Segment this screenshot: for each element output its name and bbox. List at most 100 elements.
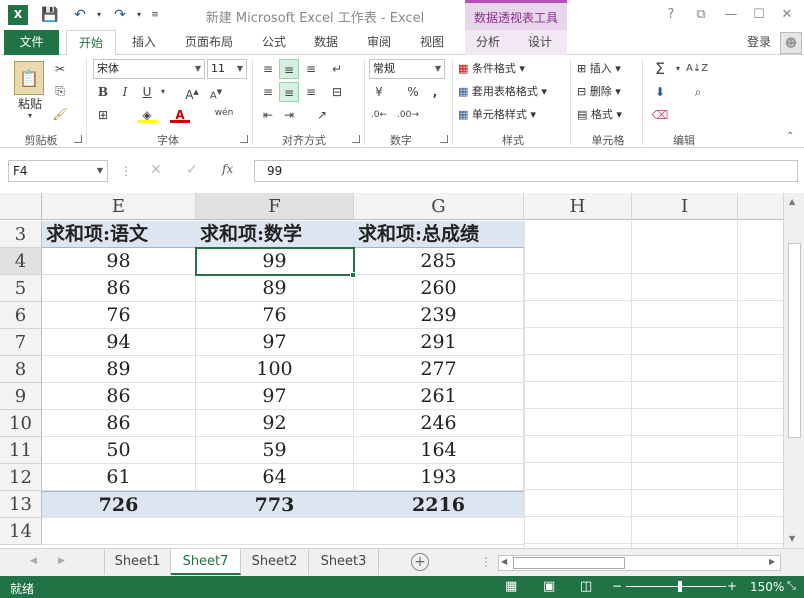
merge-center-icon[interactable]: ⊟ bbox=[327, 82, 347, 102]
paste-dropdown-icon[interactable]: ▾ bbox=[14, 111, 46, 120]
row-header[interactable]: 9 bbox=[0, 383, 42, 410]
table-cell[interactable]: 100 bbox=[196, 356, 354, 383]
bold-icon[interactable]: B bbox=[93, 82, 113, 102]
copy-icon[interactable]: ⎘ bbox=[50, 81, 70, 101]
sheet-tab-sheet3[interactable]: Sheet3 bbox=[309, 549, 379, 575]
font-launcher-icon[interactable] bbox=[240, 135, 248, 143]
table-cell[interactable]: 291 bbox=[354, 329, 524, 356]
pivot-header-cell[interactable]: 求和项:数学 bbox=[196, 221, 354, 248]
name-box[interactable]: F4 ▼ bbox=[8, 160, 108, 182]
row-header[interactable]: 4 bbox=[0, 248, 42, 275]
decrease-font-icon[interactable]: A▼ bbox=[206, 82, 226, 102]
autosum-dropdown-icon[interactable]: ▾ bbox=[668, 59, 688, 79]
horizontal-scroll-thumb[interactable] bbox=[513, 557, 625, 569]
table-cell[interactable]: 59 bbox=[196, 437, 354, 464]
decrease-decimal-icon[interactable]: .00→ bbox=[397, 105, 419, 125]
table-cell[interactable]: 164 bbox=[354, 437, 524, 464]
table-cell[interactable]: 92 bbox=[196, 410, 354, 437]
align-right-icon[interactable]: ≡ bbox=[301, 82, 321, 102]
row-header[interactable]: 6 bbox=[0, 302, 42, 329]
sort-filter-icon[interactable]: A↓Z bbox=[686, 59, 708, 79]
row-header[interactable]: 10 bbox=[0, 410, 42, 437]
vertical-scroll-thumb[interactable] bbox=[788, 243, 801, 438]
scroll-left-icon[interactable]: ◀ bbox=[501, 557, 507, 566]
tab-page-layout[interactable]: 页面布局 bbox=[176, 30, 242, 55]
row-header[interactable]: 8 bbox=[0, 356, 42, 383]
column-header-j[interactable] bbox=[738, 193, 783, 220]
tab-view[interactable]: 视图 bbox=[412, 30, 452, 55]
table-cell[interactable]: 94 bbox=[42, 329, 196, 356]
table-cell[interactable]: 76 bbox=[196, 302, 354, 329]
scroll-up-icon[interactable]: ▲ bbox=[789, 197, 795, 206]
increase-decimal-icon[interactable]: .0← bbox=[369, 105, 389, 125]
font-color-icon[interactable]: A bbox=[170, 105, 190, 123]
align-bottom-icon[interactable]: ≡ bbox=[301, 59, 321, 79]
selected-cell-outline[interactable] bbox=[195, 247, 355, 276]
next-sheet-icon[interactable]: ▶ bbox=[58, 556, 65, 566]
tab-data[interactable]: 数据 bbox=[306, 30, 346, 55]
collapse-ribbon-icon[interactable]: ⌃ bbox=[786, 131, 794, 142]
row-header[interactable]: 5 bbox=[0, 275, 42, 302]
scroll-right-icon[interactable]: ▶ bbox=[769, 557, 775, 566]
tab-analyze[interactable]: 分析 bbox=[468, 30, 508, 55]
insert-function-icon[interactable]: fx bbox=[222, 162, 233, 176]
fill-icon[interactable]: ⬇ bbox=[650, 82, 670, 102]
user-avatar-icon[interactable]: ☻ bbox=[780, 32, 802, 54]
wrap-text-icon[interactable]: ↵ bbox=[327, 59, 347, 79]
add-sheet-icon[interactable]: + bbox=[411, 553, 429, 571]
pivot-header-cell[interactable]: 求和项:语文 bbox=[42, 221, 196, 248]
table-cell[interactable]: 61 bbox=[42, 464, 196, 491]
normal-view-icon[interactable]: ▦ bbox=[505, 579, 517, 594]
table-cell[interactable]: 89 bbox=[196, 275, 354, 302]
table-cell[interactable]: 50 bbox=[42, 437, 196, 464]
increase-font-icon[interactable]: A▲ bbox=[182, 82, 202, 102]
table-cell[interactable]: 260 bbox=[354, 275, 524, 302]
fill-color-icon[interactable]: ◈ bbox=[137, 105, 157, 123]
sheet-tab-sheet7[interactable]: Sheet7 bbox=[171, 549, 241, 575]
enter-entry-icon[interactable]: ✓ bbox=[186, 162, 198, 178]
decrease-indent-icon[interactable]: ⇤ bbox=[258, 105, 278, 125]
horizontal-scrollbar[interactable]: ◀ ▶ bbox=[498, 555, 781, 571]
chevron-down-icon[interactable]: ▼ bbox=[97, 161, 103, 181]
select-all-corner[interactable] bbox=[0, 193, 42, 220]
help-button[interactable]: ? bbox=[658, 6, 684, 24]
insert-cells-button[interactable]: ⊞ 插入 ▾ bbox=[577, 59, 621, 79]
undo-icon[interactable]: ↶ bbox=[70, 5, 90, 25]
redo-icon[interactable]: ↷ bbox=[110, 5, 130, 25]
table-cell[interactable]: 98 bbox=[42, 248, 196, 275]
chevron-down-icon[interactable]: ▼ bbox=[195, 60, 201, 78]
table-cell[interactable]: 86 bbox=[42, 275, 196, 302]
align-center-icon[interactable]: ≡ bbox=[279, 82, 299, 102]
minimize-button[interactable]: — bbox=[718, 6, 744, 24]
row-header[interactable]: 12 bbox=[0, 464, 42, 491]
maximize-button[interactable]: ☐ bbox=[746, 6, 772, 24]
tab-review[interactable]: 审阅 bbox=[359, 30, 399, 55]
phonetic-icon[interactable]: wén bbox=[214, 103, 234, 123]
paste-icon[interactable]: 📋 bbox=[14, 61, 44, 95]
row-header[interactable]: 14 bbox=[0, 518, 42, 545]
column-header-f[interactable]: F bbox=[196, 193, 354, 220]
tab-design[interactable]: 设计 bbox=[520, 30, 560, 55]
table-cell[interactable]: 246 bbox=[354, 410, 524, 437]
table-cell[interactable]: 277 bbox=[354, 356, 524, 383]
page-layout-view-icon[interactable]: ▣ bbox=[543, 579, 555, 594]
border-icon[interactable]: ⊞ bbox=[93, 105, 113, 125]
tab-formulas[interactable]: 公式 bbox=[254, 30, 294, 55]
orientation-icon[interactable]: ↗ bbox=[312, 105, 332, 125]
table-cell[interactable]: 89 bbox=[42, 356, 196, 383]
total-cell[interactable]: 726 bbox=[42, 491, 196, 518]
table-cell[interactable]: 76 bbox=[42, 302, 196, 329]
prev-sheet-icon[interactable]: ◀ bbox=[30, 556, 37, 566]
zoom-out-icon[interactable]: − bbox=[612, 579, 622, 593]
alignment-launcher-icon[interactable] bbox=[352, 135, 360, 143]
clear-icon[interactable]: ⌫ bbox=[650, 105, 670, 125]
delete-cells-button[interactable]: ⊟ 删除 ▾ bbox=[577, 82, 621, 102]
cancel-entry-icon[interactable]: ✕ bbox=[150, 162, 162, 178]
column-header-g[interactable]: G bbox=[354, 193, 524, 220]
table-cell[interactable]: 97 bbox=[196, 383, 354, 410]
row-header[interactable]: 13 bbox=[0, 491, 42, 518]
chevron-down-icon[interactable]: ▼ bbox=[237, 60, 243, 78]
tab-home[interactable]: 开始 bbox=[66, 30, 116, 56]
formula-input[interactable]: 99 bbox=[254, 160, 798, 182]
format-cells-button[interactable]: ▤ 格式 ▾ bbox=[577, 105, 622, 125]
